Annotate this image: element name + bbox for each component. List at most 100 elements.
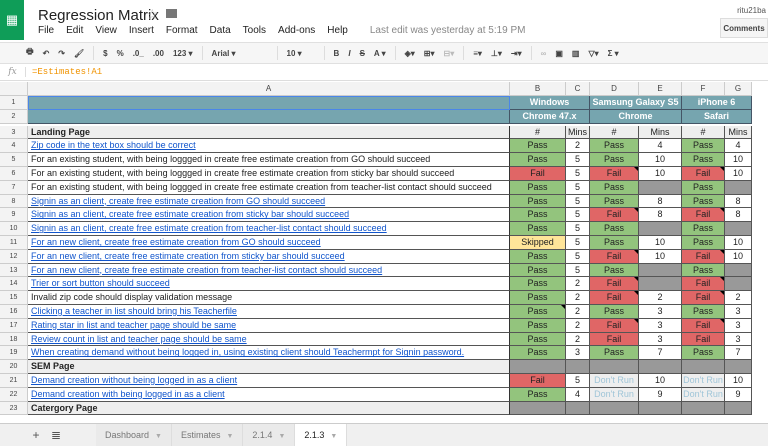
horizontal-align-icon[interactable]: ≡▾ (473, 49, 482, 58)
minutes-cell[interactable]: 10 (639, 153, 682, 167)
add-sheet-icon[interactable]: + (26, 428, 46, 442)
minutes-cell[interactable]: 10 (639, 167, 682, 181)
cell-a1[interactable] (28, 96, 510, 110)
minutes-cell[interactable]: 3 (566, 346, 590, 361)
test-case-cell[interactable]: Demand creation with being logged in as … (28, 387, 510, 402)
menu-view[interactable]: View (95, 25, 117, 36)
all-sheets-icon[interactable]: ≣ (46, 428, 66, 442)
minutes-cell[interactable]: Mins (725, 125, 752, 140)
functions-button[interactable]: Σ ▾ (608, 49, 619, 58)
minutes-cell[interactable]: 9 (725, 387, 752, 402)
minutes-cell[interactable] (725, 180, 752, 195)
status-cell[interactable]: Fail (682, 291, 725, 305)
sheets-logo-icon[interactable]: ▦ (0, 0, 24, 40)
test-case-label[interactable]: Signin as an client, create free estimat… (31, 209, 349, 219)
sheet-tab-2-1-4[interactable]: 2.1.4 ▼ (243, 424, 296, 446)
cell-a2[interactable] (28, 109, 510, 124)
status-cell[interactable]: Fail (510, 374, 566, 388)
column-header-a[interactable]: A (28, 82, 510, 96)
minutes-cell[interactable] (639, 180, 682, 195)
borders-icon[interactable]: ⊞▾ (424, 49, 435, 58)
minutes-cell[interactable]: 2 (725, 291, 752, 305)
status-cell[interactable]: # (590, 125, 639, 140)
formula-input[interactable]: =Estimates!A1 (26, 67, 102, 77)
test-case-cell[interactable]: When creating demand without being logge… (28, 346, 510, 361)
status-cell[interactable]: Pass (510, 263, 566, 278)
chevron-down-icon[interactable]: ▼ (278, 433, 285, 440)
menu-add-ons[interactable]: Add-ons (278, 25, 315, 36)
star-icon[interactable]: ☆ (146, 6, 159, 23)
row-header[interactable]: 6 (0, 167, 28, 181)
test-case-label[interactable]: Demand creation without being logged in … (31, 375, 237, 385)
status-cell[interactable]: Fail (590, 167, 639, 181)
minutes-cell[interactable]: 5 (566, 167, 590, 181)
status-cell[interactable]: Fail (682, 208, 725, 223)
status-cell[interactable] (682, 360, 725, 374)
status-cell[interactable]: Fail (590, 332, 639, 347)
status-cell[interactable]: Pass (590, 139, 639, 154)
minutes-cell[interactable]: 8 (639, 194, 682, 209)
test-case-cell[interactable]: For an existing student, with being logg… (28, 167, 510, 181)
status-cell[interactable]: Don't Run (682, 374, 725, 388)
status-cell[interactable]: Pass (510, 153, 566, 167)
status-cell[interactable]: Pass (510, 139, 566, 154)
platform-header[interactable]: Windows (510, 96, 590, 110)
row-header[interactable]: 13 (0, 263, 28, 278)
minutes-cell[interactable] (725, 263, 752, 278)
minutes-cell[interactable]: 2 (566, 318, 590, 333)
status-cell[interactable]: Pass (682, 153, 725, 167)
status-cell[interactable]: Pass (510, 318, 566, 333)
column-header-f[interactable]: F (682, 82, 725, 96)
sheet-tab-estimates[interactable]: Estimates ▼ (171, 424, 244, 446)
status-cell[interactable] (510, 360, 566, 374)
status-cell[interactable]: Pass (590, 346, 639, 361)
filter-icon[interactable]: ▽▾ (588, 49, 598, 58)
minutes-cell[interactable] (639, 263, 682, 278)
minutes-cell[interactable]: 5 (566, 180, 590, 195)
row-header[interactable]: 19 (0, 346, 28, 361)
status-cell[interactable]: Pass (510, 194, 566, 209)
section-title[interactable]: SEM Page (28, 360, 510, 374)
status-cell[interactable]: Skipped (510, 236, 566, 250)
sheet-tab-dashboard[interactable]: Dashboard ▼ (96, 424, 172, 446)
test-case-label[interactable]: For an new client, create free estimate … (31, 265, 382, 275)
test-case-label[interactable]: For an new client, create free estimate … (31, 251, 345, 261)
status-cell[interactable]: Fail (590, 277, 639, 292)
status-cell[interactable]: Pass (682, 222, 725, 236)
minutes-cell[interactable]: 8 (725, 194, 752, 209)
status-cell[interactable]: Pass (510, 305, 566, 319)
status-cell[interactable]: Don't Run (590, 387, 639, 402)
status-cell[interactable] (590, 360, 639, 374)
document-title[interactable]: Regression Matrix (38, 7, 159, 24)
strikethrough-button[interactable]: S (360, 49, 365, 58)
test-case-cell[interactable]: Signin as an client, create free estimat… (28, 194, 510, 209)
row-header[interactable]: 1 (0, 96, 28, 110)
minutes-cell[interactable]: 5 (566, 194, 590, 209)
minutes-cell[interactable]: 10 (639, 374, 682, 388)
status-cell[interactable]: Don't Run (590, 374, 639, 388)
status-cell[interactable]: Pass (590, 222, 639, 236)
minutes-cell[interactable]: 3 (725, 305, 752, 319)
row-header[interactable]: 10 (0, 222, 28, 236)
text-wrap-icon[interactable]: ⇥▾ (511, 49, 522, 58)
status-cell[interactable]: Pass (682, 236, 725, 250)
minutes-cell[interactable] (725, 277, 752, 292)
status-cell[interactable] (682, 401, 725, 416)
minutes-cell[interactable] (639, 222, 682, 236)
row-header[interactable]: 7 (0, 180, 28, 195)
minutes-cell[interactable]: 4 (566, 387, 590, 402)
test-case-cell[interactable]: Rating star in list and teacher page sho… (28, 318, 510, 333)
row-header[interactable]: 20 (0, 360, 28, 374)
status-cell[interactable]: Fail (590, 318, 639, 333)
status-cell[interactable]: Pass (590, 180, 639, 195)
minutes-cell[interactable]: 8 (725, 208, 752, 223)
test-case-label[interactable]: Rating star in list and teacher page sho… (31, 320, 236, 330)
test-case-cell[interactable]: Clicking a teacher in list should bring … (28, 305, 510, 319)
paint-format-icon[interactable]: 🖌 (74, 49, 84, 58)
minutes-cell[interactable] (566, 360, 590, 374)
status-cell[interactable]: Fail (590, 208, 639, 223)
minutes-cell[interactable]: 10 (725, 153, 752, 167)
minutes-cell[interactable]: 7 (639, 346, 682, 361)
minutes-cell[interactable]: Mins (566, 125, 590, 140)
row-header[interactable]: 18 (0, 332, 28, 347)
